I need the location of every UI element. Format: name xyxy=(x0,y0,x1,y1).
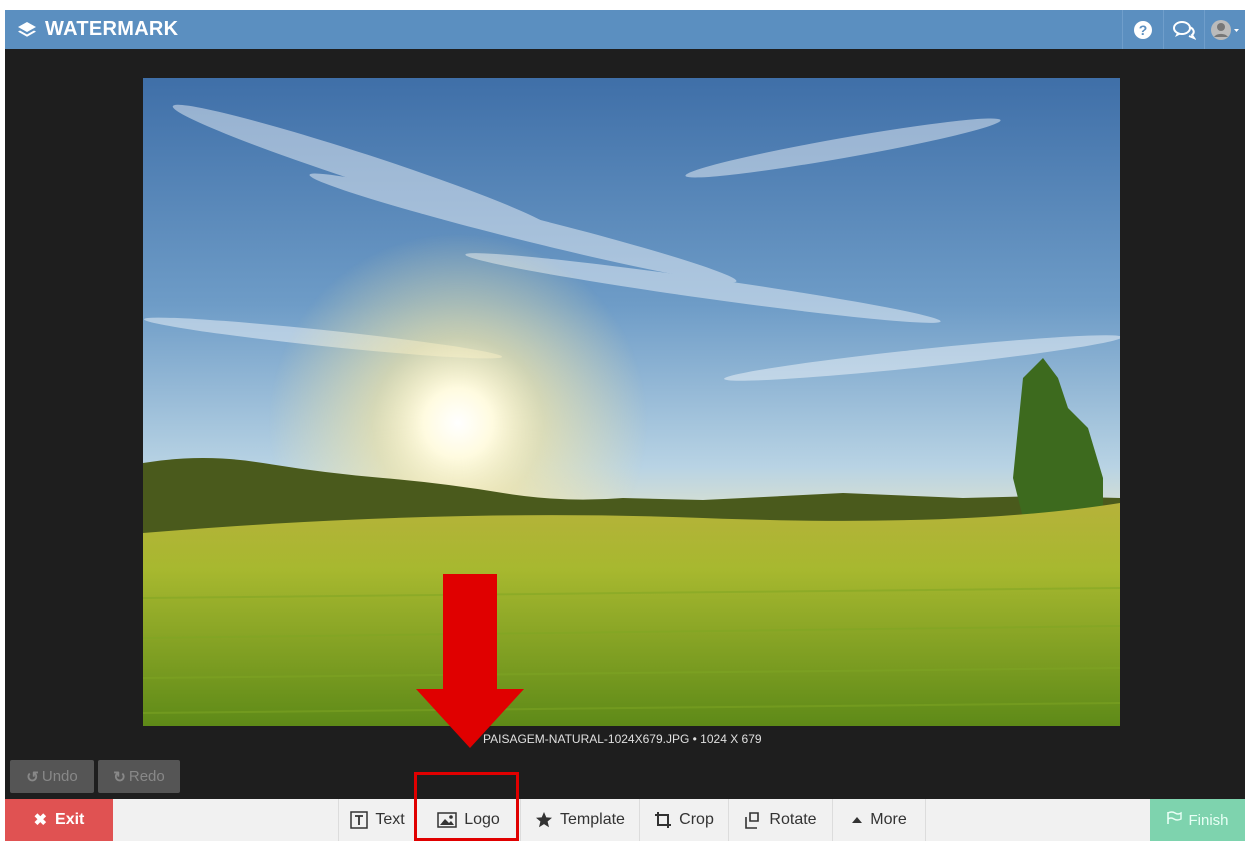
user-avatar-icon xyxy=(1211,19,1239,40)
logo-tool-button[interactable]: Logo xyxy=(416,799,520,841)
svg-text:?: ? xyxy=(1139,22,1148,38)
rotate-tool-label: Rotate xyxy=(769,811,817,828)
more-tool-button[interactable]: More xyxy=(832,799,926,841)
help-button[interactable]: ? xyxy=(1122,10,1163,49)
app-header: WATERMARK ? xyxy=(5,10,1245,49)
rotate-tool-button[interactable]: Rotate xyxy=(728,799,832,841)
close-icon: ✖ xyxy=(33,812,48,829)
undo-icon: ↺ xyxy=(26,768,39,786)
undo-button[interactable]: ↺ Undo xyxy=(10,760,94,793)
exit-button[interactable]: ✖ Exit xyxy=(5,799,113,841)
more-tool-label: More xyxy=(870,811,907,828)
editor-canvas[interactable]: PAISAGEM-NATURAL-1024X679.JPG • 1024 X 6… xyxy=(5,49,1245,799)
flag-icon xyxy=(1166,811,1183,829)
image-filename-caption: PAISAGEM-NATURAL-1024X679.JPG • 1024 X 6… xyxy=(483,732,762,746)
bottom-toolbar: ✖ Exit Text Logo Template Crop Rotate Mo… xyxy=(5,799,1245,841)
caret-up-icon xyxy=(851,815,863,825)
crop-tool-button[interactable]: Crop xyxy=(639,799,728,841)
help-icon: ? xyxy=(1134,20,1152,39)
crop-icon xyxy=(654,811,672,829)
brand-name: WATERMARK xyxy=(45,18,179,40)
landscape-photo[interactable] xyxy=(143,78,1120,726)
layers-logo-icon xyxy=(18,21,36,37)
brand-logo[interactable]: WATERMARK xyxy=(17,18,178,41)
image-icon xyxy=(437,812,457,828)
redo-icon: ↻ xyxy=(113,768,126,786)
text-tool-label: Text xyxy=(375,811,405,828)
crop-tool-label: Crop xyxy=(679,811,714,828)
exit-label: Exit xyxy=(55,811,85,828)
text-tool-button[interactable]: Text xyxy=(338,799,416,841)
template-tool-label: Template xyxy=(560,811,625,828)
chat-button[interactable] xyxy=(1163,10,1204,49)
undo-label: Undo xyxy=(41,768,78,785)
redo-label: Redo xyxy=(128,768,165,785)
redo-button[interactable]: ↻ Redo xyxy=(98,760,180,793)
chat-icon xyxy=(1173,20,1196,40)
finish-button[interactable]: Finish xyxy=(1150,799,1245,841)
finish-label: Finish xyxy=(1188,811,1229,829)
landscape-photo-image xyxy=(143,78,1120,726)
template-tool-button[interactable]: Template xyxy=(520,799,639,841)
rotate-icon xyxy=(744,811,762,829)
star-icon xyxy=(535,811,553,829)
text-icon xyxy=(350,811,369,829)
user-menu-button[interactable] xyxy=(1204,10,1245,49)
logo-tool-label: Logo xyxy=(464,811,500,828)
